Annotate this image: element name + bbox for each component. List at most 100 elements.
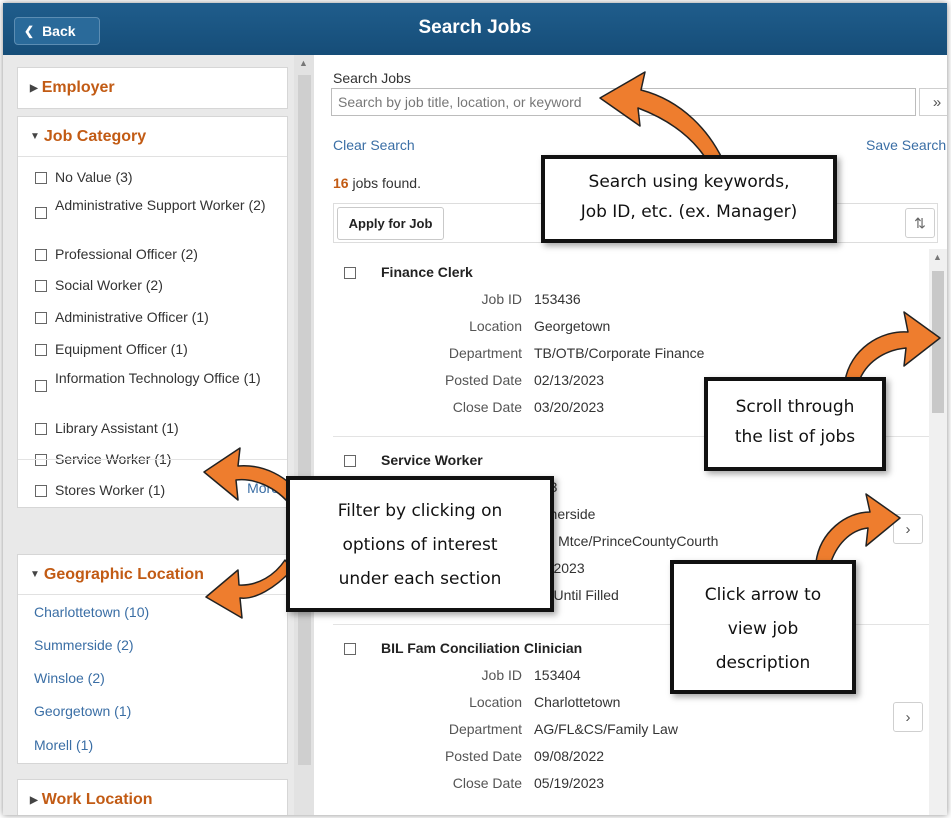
filter-option[interactable]: Information Technology Office (1) xyxy=(18,370,278,392)
field-value: 09/08/2022 xyxy=(534,748,605,764)
double-chevron-right-icon[interactable]: » xyxy=(919,88,947,116)
callout-line: Scroll through xyxy=(735,397,855,417)
checkbox[interactable] xyxy=(35,485,47,497)
scroll-up-icon[interactable]: ▲ xyxy=(933,252,942,262)
section-header-work-location[interactable]: ▶ Work Location xyxy=(18,780,287,815)
job-field-row: Department TB/OTB/Corporate Finance xyxy=(333,345,733,363)
scrollbar-thumb[interactable] xyxy=(932,271,944,413)
filter-option[interactable]: Administrative Officer (1) xyxy=(18,309,209,325)
filter-option-label: Professional Officer (2) xyxy=(55,246,198,262)
checkbox[interactable] xyxy=(35,172,47,184)
job-title[interactable]: Finance Clerk xyxy=(381,264,473,280)
filter-option[interactable]: Social Worker (2) xyxy=(18,277,163,293)
checkbox[interactable] xyxy=(35,207,47,219)
field-value: 03/20/2023 xyxy=(534,399,605,415)
section-title: Geographic Location xyxy=(43,565,204,583)
geo-filter-link[interactable]: Winsloe (2) xyxy=(18,670,105,686)
job-field-row: Location Charlottetown xyxy=(333,694,733,712)
geo-filter-link[interactable]: Morell (1) xyxy=(18,737,93,753)
geo-filter-link[interactable]: Summerside (2) xyxy=(18,637,134,653)
filter-option[interactable]: No Value (3) xyxy=(18,169,133,185)
checkbox[interactable] xyxy=(344,267,356,279)
results-scrollbar[interactable]: ▲ xyxy=(929,249,947,815)
field-value: AG/FL&CS/Family Law xyxy=(534,721,678,737)
geo-filter-link[interactable]: Georgetown (1) xyxy=(18,703,131,719)
checkbox[interactable] xyxy=(35,380,47,392)
checkbox[interactable] xyxy=(35,280,47,292)
caret-right-icon: ▶ xyxy=(30,794,38,806)
section-header-geographic-location[interactable]: ▼ Geographic Location xyxy=(18,555,287,595)
job-field-row: Close Date 05/19/2023 xyxy=(333,775,733,793)
filter-option-label: Equipment Officer (1) xyxy=(55,341,188,357)
checkbox[interactable] xyxy=(35,423,47,435)
apply-for-job-button[interactable]: Apply for Job xyxy=(337,207,444,240)
filter-option-label: Library Assistant (1) xyxy=(55,420,179,436)
header-bar: ❮ Back Search Jobs xyxy=(3,3,947,55)
filter-section-work-location[interactable]: ▶ Work Location xyxy=(17,779,288,815)
section-title: Work Location xyxy=(41,791,153,808)
job-field-row: Posted Date 09/08/2022 xyxy=(333,748,733,766)
results-count-suffix: jobs found. xyxy=(348,175,421,191)
callout-filter: Filter by clicking on options of interes… xyxy=(286,476,554,612)
filter-section-employer[interactable]: ▶ Employer xyxy=(17,67,288,109)
section-header-job-category[interactable]: ▼ Job Category xyxy=(18,117,287,157)
results-count: 16 jobs found. xyxy=(333,175,421,191)
divider xyxy=(18,459,287,460)
checkbox[interactable] xyxy=(35,249,47,261)
results-count-number: 16 xyxy=(333,175,349,191)
filter-option-label: Stores Worker (1) xyxy=(55,482,166,498)
callout-line: under each section xyxy=(338,569,502,589)
geo-filter-link[interactable]: Charlottetown (10) xyxy=(18,604,149,620)
filter-option[interactable]: Administrative Support Worker (2) xyxy=(18,197,278,219)
field-value: Bld Mtce/PrinceCountyCourth xyxy=(534,533,719,549)
view-job-chevron-icon[interactable]: › xyxy=(893,514,923,544)
field-label: Location xyxy=(469,318,522,334)
caret-down-icon: ▼ xyxy=(30,569,40,580)
callout-search: Search using keywords, Job ID, etc. (ex.… xyxy=(541,155,837,243)
section-title: Job Category xyxy=(43,127,147,145)
clear-search-link[interactable]: Clear Search xyxy=(333,137,415,153)
checkbox[interactable] xyxy=(344,455,356,467)
field-value: Charlottetown xyxy=(534,694,621,710)
filter-panel-scrollbar[interactable]: ▲ xyxy=(294,55,314,815)
filter-option-label: Information Technology Office (1) xyxy=(55,370,261,386)
more-link[interactable]: More xyxy=(247,480,279,496)
caret-down-icon: ▼ xyxy=(30,131,40,142)
checkbox[interactable] xyxy=(35,344,47,356)
search-input[interactable]: Search by job title, location, or keywor… xyxy=(331,88,916,116)
save-search-link[interactable]: Save Search xyxy=(866,137,946,153)
job-field-row: Close Date 03/20/2023 xyxy=(333,399,733,417)
callout-line: Click arrow to xyxy=(704,585,822,605)
filter-option[interactable]: Professional Officer (2) xyxy=(18,246,198,262)
callout-line: Search using keywords, xyxy=(588,172,790,192)
filter-option[interactable]: Stores Worker (1) xyxy=(18,482,165,498)
field-label: Posted Date xyxy=(444,372,522,388)
field-label: Location xyxy=(469,694,522,710)
field-label: Close Date xyxy=(452,399,522,415)
sort-icon[interactable]: ⇅ xyxy=(905,208,935,238)
job-title[interactable]: Service Worker xyxy=(381,452,483,468)
field-value: 153404 xyxy=(534,667,581,683)
filter-option[interactable]: Library Assistant (1) xyxy=(18,420,179,436)
scrollbar-thumb[interactable] xyxy=(298,75,311,765)
field-label: Close Date xyxy=(452,775,522,791)
checkbox[interactable] xyxy=(35,454,47,466)
callout-arrow: Click arrow to view job description xyxy=(670,560,856,694)
job-field-row: Location Georgetown xyxy=(333,318,733,336)
field-label: Job ID xyxy=(481,667,522,683)
search-label: Search Jobs xyxy=(333,70,411,86)
checkbox[interactable] xyxy=(344,643,356,655)
filter-panel: ▶ Employer ▼ Job Category No Value (3) A… xyxy=(3,55,314,815)
filter-option[interactable]: Equipment Officer (1) xyxy=(18,341,188,357)
checkbox[interactable] xyxy=(35,312,47,324)
scroll-up-icon[interactable]: ▲ xyxy=(299,58,308,68)
page-title: Search Jobs xyxy=(418,17,532,38)
callout-line: the list of jobs xyxy=(734,427,856,447)
section-header-employer[interactable]: ▶ Employer xyxy=(18,68,287,108)
section-title: Employer xyxy=(41,79,115,96)
job-title[interactable]: BIL Fam Conciliation Clinician xyxy=(381,640,582,656)
view-job-chevron-icon[interactable]: › xyxy=(893,702,923,732)
callout-scroll: Scroll through the list of jobs xyxy=(704,377,886,471)
field-label: Department xyxy=(448,721,522,737)
filter-option-label: Administrative Support Worker (2) xyxy=(55,197,266,213)
